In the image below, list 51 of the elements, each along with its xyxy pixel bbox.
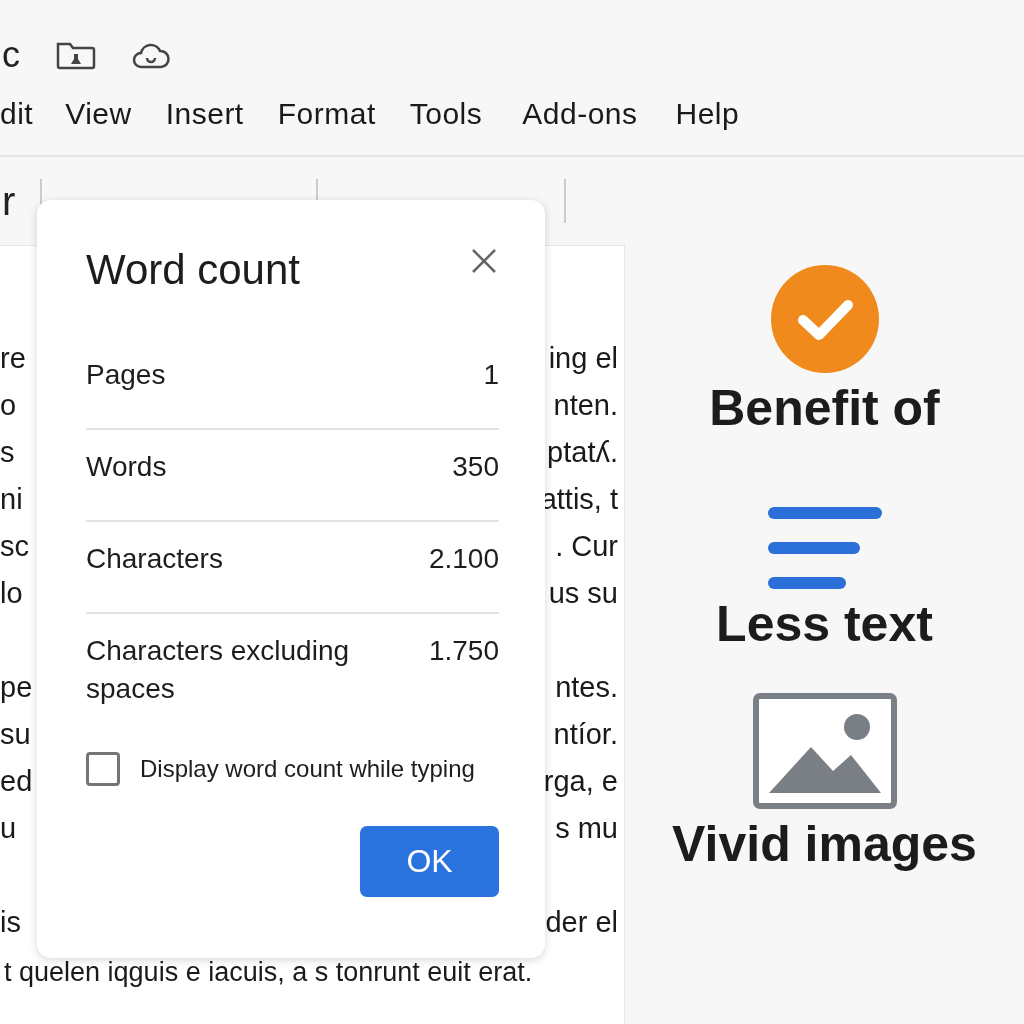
document-text: s [0,436,15,470]
cloud-icon[interactable] [132,41,170,69]
document-text: ing el [548,342,618,376]
check-circle-icon [770,265,879,373]
document-text: s mu [555,812,618,846]
document-text: ntes. [555,671,618,705]
document-text: ntíor. [553,718,618,752]
benefit-label: Less text [716,595,933,653]
menu-item[interactable]: Format [277,97,376,131]
menu-item[interactable]: dit [0,97,34,131]
document-text: ni [0,483,23,517]
document-text: is [0,906,21,940]
document-text: der el [545,906,618,940]
stat-value: 350 [452,450,499,484]
menu-item[interactable]: Add-ons [522,97,638,131]
stat-label: Characters excluding spaces [86,634,351,706]
toolbar-text: r [2,178,17,224]
document-text: sc [0,530,29,564]
document-text: . Cur [555,530,618,564]
document-text: lo [0,577,23,611]
document-text: pe [0,671,33,705]
checkbox-label[interactable]: Display word count while typing [140,755,475,783]
document-text: ed [0,765,33,799]
folder-icon[interactable] [56,40,96,70]
stat-label: Pages [86,358,166,392]
document-title: c [2,34,20,76]
document-text: su [0,718,31,752]
document-text: re [0,342,26,376]
dialog-title: Word count [86,246,300,294]
document-text: t quelen iqguis e iacuis, a s tonrunt euit erat. [3,957,534,988]
text-lines-icon [767,507,882,589]
document-text: rga, e [543,765,618,799]
stat-value: 2.100 [428,542,499,576]
stat-label: Characters [86,542,223,576]
benefit-label: Vivid images [672,815,977,873]
stat-value: 1 [483,358,499,392]
image-icon [752,693,897,809]
checkbox[interactable] [86,752,120,786]
stat-value: 1.750 [428,634,499,668]
menu-item[interactable]: Insert [165,97,244,131]
menu-item[interactable]: Tools [409,97,483,131]
menu-item[interactable]: View [65,97,132,131]
document-text: u [0,812,17,846]
ok-button[interactable]: OK [360,826,499,897]
document-text: o [0,389,17,423]
menu-item[interactable]: Help [675,97,740,131]
document-text: ptatʎ. [547,436,618,470]
document-text: us su [548,577,618,611]
stat-label: Words [86,450,167,484]
document-text: nten. [553,389,618,423]
benefit-label: Benefit of [709,379,940,437]
